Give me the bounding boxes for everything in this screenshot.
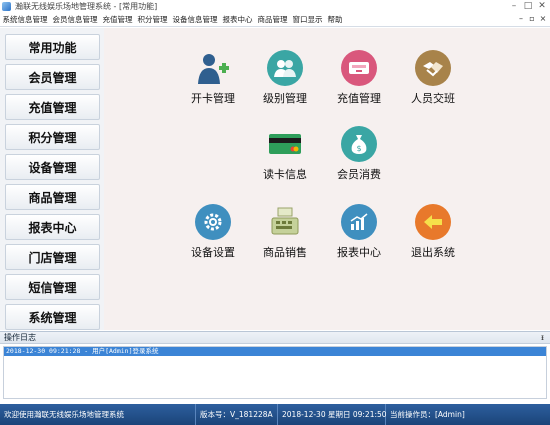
tile-card-reader[interactable]: 读卡信息 <box>250 126 320 186</box>
menu-points[interactable]: 积分管理 <box>135 14 170 25</box>
log-header: 操作日志 <box>0 332 550 344</box>
log-entry[interactable]: 2018-12-30 09:21:28 - 用户[Admin]登录系统 <box>4 347 546 356</box>
title-bar: 瀚联无线娱乐场地管理系统 - [常用功能] – □ ✕ <box>0 0 550 13</box>
tile-shift-change[interactable]: 人员交班 <box>398 50 468 110</box>
cash-register-icon <box>267 204 303 240</box>
mdi-minimize-button[interactable]: – <box>517 14 525 23</box>
tile-exit-system[interactable]: 退出系统 <box>398 204 468 264</box>
sidebar-item-devices[interactable]: 设备管理 <box>5 154 100 180</box>
menu-goods[interactable]: 商品管理 <box>255 14 290 25</box>
tile-label: 退出系统 <box>411 246 455 259</box>
tile-device-settings[interactable]: 设备设置 <box>178 204 248 264</box>
menu-recharge[interactable]: 充值管理 <box>100 14 135 25</box>
handshake-icon <box>415 50 451 86</box>
log-list[interactable]: 2018-12-30 09:21:28 - 用户[Admin]登录系统 <box>3 346 547 399</box>
tile-label: 设备设置 <box>191 246 235 259</box>
sidebar-item-sms[interactable]: 短信管理 <box>5 274 100 300</box>
minimize-button[interactable]: – <box>508 0 520 12</box>
tile-report-center[interactable]: 报表中心 <box>324 204 394 264</box>
tile-label: 商品销售 <box>263 246 307 259</box>
sidebar: 常用功能 会员管理 充值管理 积分管理 设备管理 商品管理 报表中心 门店管理 … <box>0 28 104 330</box>
gear-icon <box>195 204 231 240</box>
status-bar: 欢迎使用瀚联无线娱乐场地管理系统 版本号：V_181228A 2018-12-3… <box>0 404 550 425</box>
sidebar-item-recharge[interactable]: 充值管理 <box>5 94 100 120</box>
sidebar-item-goods[interactable]: 商品管理 <box>5 184 100 210</box>
status-operator: 当前操作员：[Admin] <box>390 410 465 419</box>
svg-text:$: $ <box>356 144 361 153</box>
tile-label: 级别管理 <box>263 92 307 105</box>
tile-user-level[interactable]: 级别管理 <box>250 50 320 110</box>
money-bag-icon: $ <box>341 126 377 162</box>
tile-label: 充值管理 <box>337 92 381 105</box>
main-panel: 开卡管理 级别管理 充值管理 人员交班 读卡信息 $ 会员消费 设备设置 商品销… <box>104 28 550 330</box>
exit-arrow-icon <box>415 204 451 240</box>
mdi-restore-button[interactable]: ▫ <box>528 14 536 23</box>
menu-window[interactable]: 窗口显示 <box>290 14 325 25</box>
window-title: 瀚联无线娱乐场地管理系统 - [常用功能] <box>15 2 158 11</box>
tile-label: 开卡管理 <box>191 92 235 105</box>
tile-label: 人员交班 <box>411 92 455 105</box>
operation-log-panel: 操作日志 ᵻ 2018-12-30 09:21:28 - 用户[Admin]登录… <box>0 331 550 403</box>
pin-icon[interactable]: ᵻ <box>541 333 544 342</box>
sidebar-item-reports[interactable]: 报表中心 <box>5 214 100 240</box>
tile-member-consume[interactable]: $ 会员消费 <box>324 126 394 186</box>
log-title: 操作日志 <box>4 333 36 342</box>
sidebar-item-system[interactable]: 系统管理 <box>5 304 100 330</box>
report-chart-icon <box>341 204 377 240</box>
tile-goods-sales[interactable]: 商品销售 <box>250 204 320 264</box>
sidebar-item-members[interactable]: 会员管理 <box>5 64 100 90</box>
tile-open-card[interactable]: 开卡管理 <box>178 50 248 110</box>
mdi-close-button[interactable]: × <box>539 14 547 23</box>
menu-system-info[interactable]: 系统信息管理 <box>0 14 50 25</box>
app-logo-icon <box>2 2 11 11</box>
sidebar-item-stores[interactable]: 门店管理 <box>5 244 100 270</box>
card-reader-icon <box>267 126 303 162</box>
recharge-icon <box>341 50 377 86</box>
tile-label: 报表中心 <box>337 246 381 259</box>
menu-reports[interactable]: 报表中心 <box>220 14 255 25</box>
sidebar-item-common[interactable]: 常用功能 <box>5 34 100 60</box>
tile-recharge[interactable]: 充值管理 <box>324 50 394 110</box>
status-datetime: 2018-12-30 星期日 09:21:50 <box>278 404 387 425</box>
status-version: 版本号：V_181228A <box>196 404 278 425</box>
sidebar-item-points[interactable]: 积分管理 <box>5 124 100 150</box>
menu-help[interactable]: 帮助 <box>325 14 345 25</box>
menu-device-info[interactable]: 设备信息管理 <box>170 14 220 25</box>
tile-label: 读卡信息 <box>263 168 307 181</box>
user-level-icon <box>267 50 303 86</box>
status-welcome: 欢迎使用瀚联无线娱乐场地管理系统 <box>0 404 196 425</box>
tile-label: 会员消费 <box>337 168 381 181</box>
maximize-button[interactable]: □ <box>522 0 534 12</box>
menu-bar: 系统信息管理 会员信息管理 充值管理 积分管理 设备信息管理 报表中心 商品管理… <box>0 13 550 27</box>
menu-member-info[interactable]: 会员信息管理 <box>50 14 100 25</box>
close-button[interactable]: ✕ <box>536 0 548 12</box>
open-card-icon <box>195 50 231 86</box>
